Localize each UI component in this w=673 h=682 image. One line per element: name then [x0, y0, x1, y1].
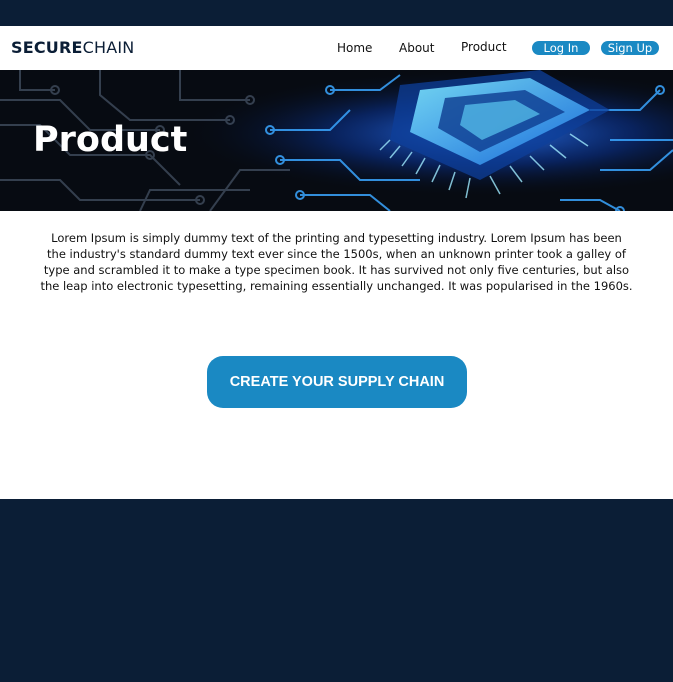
top-bar [0, 0, 673, 26]
nav-about-link[interactable]: About [399, 41, 434, 55]
main-content: Lorem Ipsum is simply dummy text of the … [0, 211, 673, 499]
navbar: SECURECHAIN Home About Product Log In Si… [0, 26, 673, 70]
footer [0, 499, 673, 682]
logo-bold-text: SECURE [11, 38, 83, 57]
signup-button[interactable]: Sign Up [601, 41, 659, 55]
nav-product-link[interactable]: Product [461, 40, 507, 54]
logo-light-text: CHAIN [82, 38, 135, 57]
nav-home-link[interactable]: Home [337, 41, 372, 55]
logo[interactable]: SECURECHAIN [11, 38, 134, 57]
create-supply-chain-button[interactable]: CREATE YOUR SUPPLY CHAIN [207, 356, 467, 408]
page-title: Product [33, 120, 188, 160]
login-button[interactable]: Log In [532, 41, 590, 55]
hero-banner: Product [0, 70, 673, 211]
intro-paragraph: Lorem Ipsum is simply dummy text of the … [40, 231, 633, 293]
